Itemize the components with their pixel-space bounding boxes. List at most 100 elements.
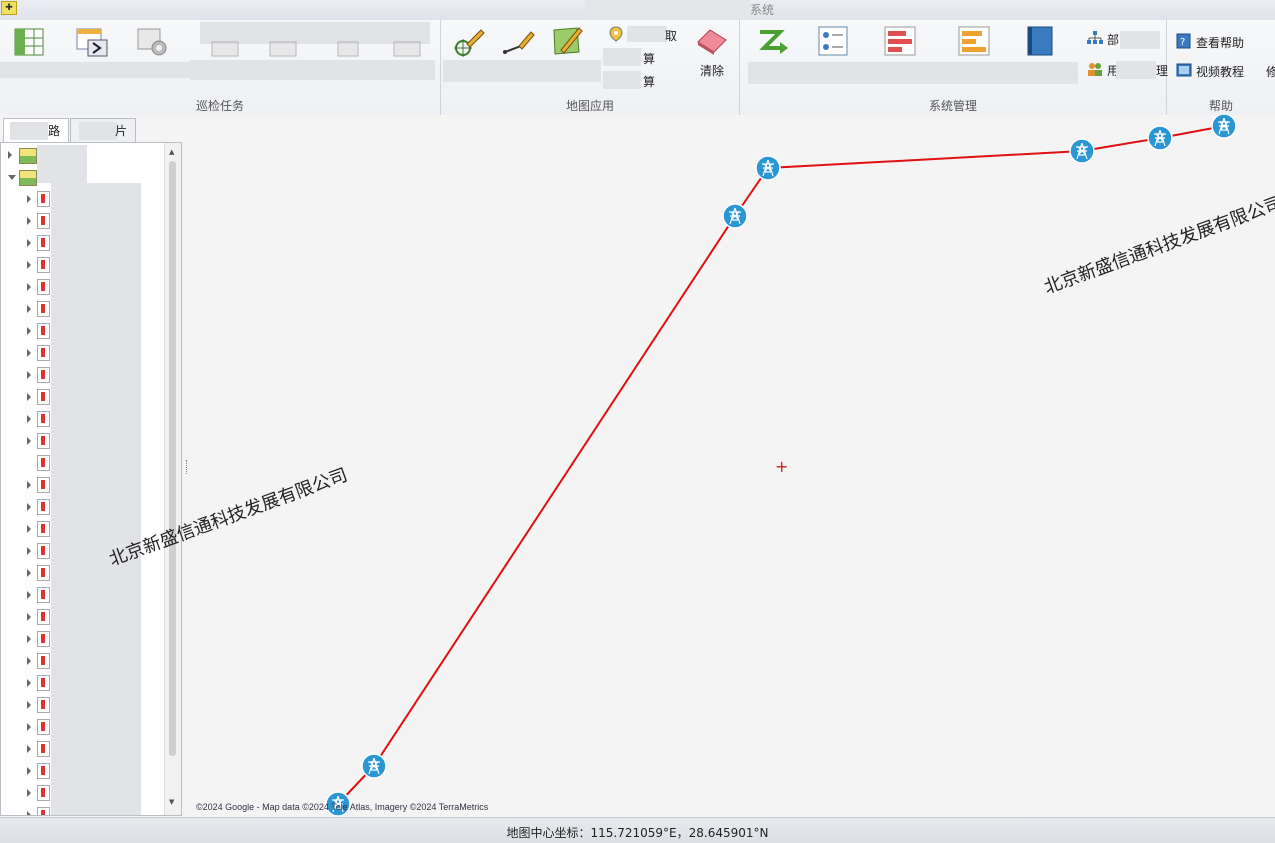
tree-child-item[interactable]	[1, 364, 161, 386]
expander-icon[interactable]	[27, 525, 31, 533]
manual-book-button[interactable]	[1026, 26, 1056, 58]
expander-icon[interactable]	[27, 569, 31, 577]
tab-areas[interactable]: 片	[70, 118, 136, 144]
transmission-tower-icon[interactable]	[1147, 125, 1173, 151]
tree-child-item[interactable]	[1, 584, 161, 606]
app-icon[interactable]: ✚	[1, 1, 17, 15]
expander-icon[interactable]	[27, 635, 31, 643]
tree-child-item[interactable]	[1, 452, 161, 474]
disabled-tool-4[interactable]	[392, 40, 422, 58]
tree-child-item[interactable]	[1, 562, 161, 584]
expander-icon[interactable]	[27, 261, 31, 269]
calc-button-2[interactable]: 算	[603, 71, 663, 91]
expander-icon[interactable]	[27, 745, 31, 753]
tree-scrollbar[interactable]: ▲ ▼	[164, 143, 181, 815]
disabled-tool-3[interactable]	[330, 40, 360, 58]
pick-location-button[interactable]: 取	[607, 26, 677, 46]
tree-child-item[interactable]	[1, 276, 161, 298]
expander-icon[interactable]	[27, 305, 31, 313]
expander-icon[interactable]	[8, 151, 12, 159]
expander-icon[interactable]	[27, 613, 31, 621]
tree-child-item[interactable]	[1, 738, 161, 760]
transmission-tower-icon[interactable]	[1211, 115, 1237, 139]
tree-child-item[interactable]	[1, 298, 161, 320]
tree-child-item[interactable]	[1, 804, 161, 815]
map-view[interactable]: 北京新盛信通科技发展有限公司 北京新盛信通科技发展有限公司 +	[106, 115, 1275, 817]
tab-lines[interactable]: 路	[3, 118, 69, 144]
tree-child-item[interactable]	[1, 408, 161, 430]
draw-polygon-button[interactable]	[551, 24, 583, 58]
tree-child-item[interactable]	[1, 320, 161, 342]
scroll-down-icon[interactable]: ▼	[169, 798, 174, 806]
tree-child-item[interactable]	[1, 430, 161, 452]
tree-child-item[interactable]	[1, 628, 161, 650]
expander-icon[interactable]	[27, 723, 31, 731]
expander-icon[interactable]	[27, 679, 31, 687]
splitter-grip[interactable]	[186, 460, 189, 474]
tree-child-item[interactable]	[1, 474, 161, 496]
expander-icon[interactable]	[27, 591, 31, 599]
tree-child-item[interactable]	[1, 760, 161, 782]
expander-icon[interactable]	[27, 789, 31, 797]
tree-child-item[interactable]	[1, 232, 161, 254]
orange-bars-button[interactable]	[958, 26, 990, 58]
tree-root-item[interactable]	[1, 166, 161, 188]
expander-icon[interactable]	[8, 175, 16, 180]
view-help-button[interactable]: ? 查看帮助	[1175, 32, 1259, 52]
expander-icon[interactable]	[27, 393, 31, 401]
tree-child-item[interactable]	[1, 672, 161, 694]
clear-button[interactable]: 清除	[689, 26, 733, 82]
video-tutorial-button[interactable]: 视频教程	[1175, 61, 1259, 81]
user-list-button[interactable]	[818, 26, 850, 58]
tree-child-item[interactable]	[1, 716, 161, 738]
expander-icon[interactable]	[27, 811, 31, 815]
expander-icon[interactable]	[27, 371, 31, 379]
grid-table-button[interactable]	[14, 28, 46, 58]
help-extra-item[interactable]: 修	[1266, 63, 1275, 80]
expander-icon[interactable]	[27, 657, 31, 665]
tree-child-item[interactable]	[1, 188, 161, 210]
disabled-tool-1[interactable]	[210, 40, 240, 58]
tree-root-item[interactable]	[1, 144, 161, 166]
tree-child-item[interactable]	[1, 210, 161, 232]
expander-icon[interactable]	[27, 701, 31, 709]
expander-icon[interactable]	[27, 239, 31, 247]
expander-icon[interactable]	[27, 327, 31, 335]
tree-child-item[interactable]	[1, 386, 161, 408]
tree-child-item[interactable]	[1, 694, 161, 716]
expander-icon[interactable]	[27, 503, 31, 511]
tree-child-item[interactable]	[1, 254, 161, 276]
line-tree[interactable]: ▲ ▼	[0, 142, 182, 816]
transmission-tower-icon[interactable]	[1069, 138, 1095, 164]
tree-child-item[interactable]	[1, 606, 161, 628]
disabled-tool-2[interactable]	[268, 40, 298, 58]
tree-child-item[interactable]	[1, 782, 161, 804]
expander-icon[interactable]	[27, 481, 31, 489]
expander-icon[interactable]	[27, 349, 31, 357]
expander-icon[interactable]	[27, 437, 31, 445]
expander-icon[interactable]	[27, 547, 31, 555]
table-settings-button[interactable]	[137, 28, 169, 58]
tree-child-item[interactable]	[1, 496, 161, 518]
department-button[interactable]: 部	[1086, 30, 1164, 50]
scroll-up-icon[interactable]: ▲	[169, 148, 174, 156]
table-forward-button[interactable]	[76, 28, 108, 58]
tree-child-item[interactable]	[1, 650, 161, 672]
transmission-tower-icon[interactable]	[755, 155, 781, 181]
expander-icon[interactable]	[27, 283, 31, 291]
expander-icon[interactable]	[27, 767, 31, 775]
transmission-tower-icon[interactable]	[722, 203, 748, 229]
user-management-button[interactable]: 用 理	[1086, 60, 1168, 80]
expander-icon[interactable]	[27, 195, 31, 203]
red-bars-button[interactable]	[884, 26, 916, 58]
transmission-tower-icon[interactable]	[361, 753, 387, 779]
calc-button-1[interactable]: 算	[603, 48, 663, 68]
locate-pen-button[interactable]	[451, 26, 485, 60]
tree-child-item[interactable]	[1, 342, 161, 364]
expander-icon[interactable]	[27, 415, 31, 423]
draw-line-button[interactable]	[503, 26, 535, 58]
z-sort-button[interactable]	[756, 26, 790, 58]
scroll-thumb[interactable]	[169, 161, 176, 756]
expander-icon[interactable]	[27, 217, 31, 225]
map-canvas[interactable]	[190, 115, 1275, 817]
